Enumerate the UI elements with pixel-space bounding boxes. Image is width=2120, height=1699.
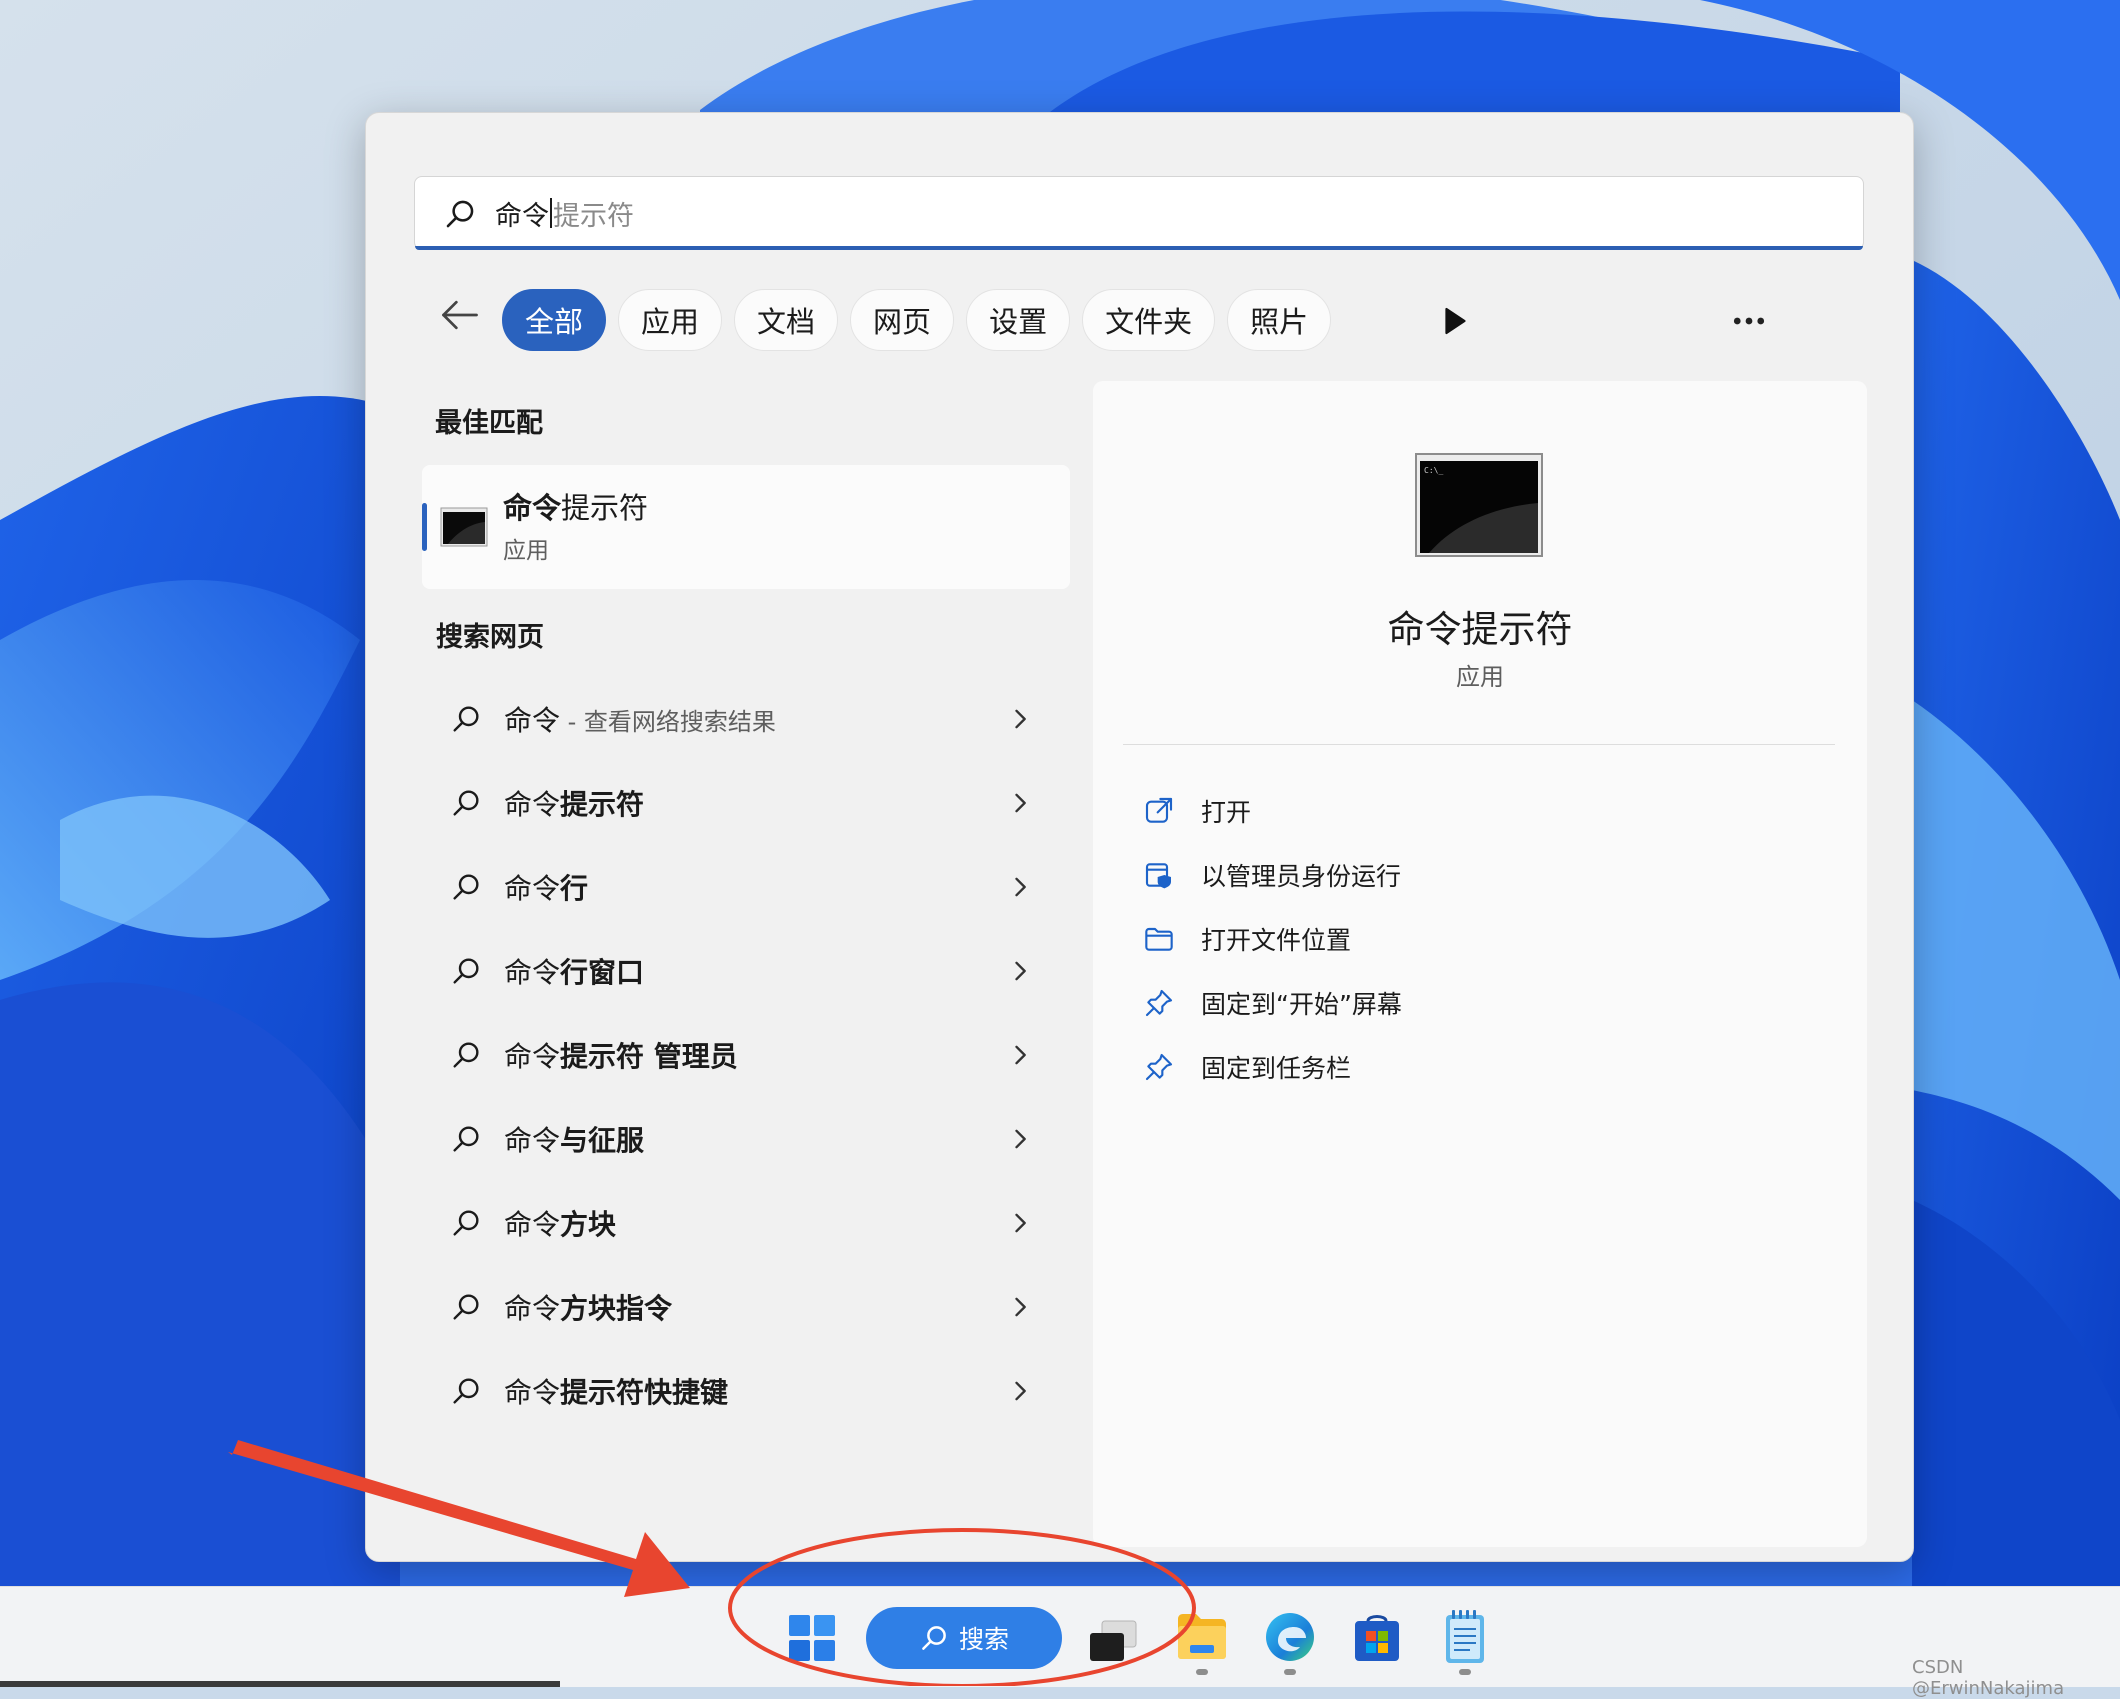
task-view-icon[interactable] [1088, 1619, 1138, 1663]
more-options-icon[interactable] [1726, 299, 1772, 343]
divider [1123, 744, 1835, 745]
filter-tab-web[interactable]: 网页 [850, 289, 955, 351]
chevron-right-icon [1015, 709, 1026, 729]
action-label: 固定到任务栏 [1201, 1054, 1352, 1083]
web-result-label: 命令提示符 管理员 [504, 1040, 738, 1073]
search-input[interactable]: 命令 提示符 [495, 177, 1795, 249]
filter-tab-settings[interactable]: 设置 [966, 289, 1071, 351]
windows-start-icon[interactable] [787, 1613, 837, 1663]
pin-icon [1145, 989, 1173, 1017]
filter-tab-folders[interactable]: 文件夹 [1082, 289, 1216, 351]
chevron-right-icon [1015, 1381, 1026, 1401]
action-label: 以管理员身份运行 [1201, 862, 1402, 891]
web-search-results: 命令 - 查看网络搜索结果 命令提示符 命令行 命令行窗口 命令提示符 管理员 … [422, 677, 1070, 1433]
chevron-right-icon [1015, 961, 1026, 981]
chevron-right-icon [1015, 1045, 1026, 1065]
search-icon [453, 1042, 479, 1068]
web-search-result[interactable]: 命令提示符 [422, 761, 1070, 845]
chevron-right-icon [1015, 877, 1026, 897]
best-match-name: 命令提示符 [503, 491, 649, 525]
command-prompt-icon: C:\_ [1415, 453, 1543, 557]
web-result-label: 命令行窗口 [504, 956, 645, 989]
folder-icon [1145, 927, 1173, 951]
chevron-right-icon [1015, 1213, 1026, 1233]
taskbar-search-button[interactable]: 搜索 [866, 1607, 1062, 1669]
open-action[interactable]: 打开 [1143, 779, 1803, 843]
filter-tab-documents[interactable]: 文档 [734, 289, 839, 351]
web-search-result[interactable]: 命令方块指令 [422, 1265, 1070, 1349]
action-label: 打开文件位置 [1201, 926, 1352, 955]
chevron-right-icon [1015, 1297, 1026, 1317]
text-caret [550, 198, 552, 228]
preview-pane: C:\_ 命令提示符 应用 打开 以管理员身份运行 打开文件位置 固定到“开始”… [1093, 381, 1867, 1547]
search-icon [453, 1294, 479, 1320]
selection-indicator [422, 503, 427, 551]
search-autocomplete-text: 提示符 [553, 200, 634, 232]
action-list: 打开 以管理员身份运行 打开文件位置 固定到“开始”屏幕 固定到任务栏 [1143, 779, 1803, 1099]
search-icon [453, 874, 479, 900]
filter-tab-photos[interactable]: 照片 [1227, 289, 1332, 351]
watermark-text: CSDN @ErwinNakajima [1912, 1657, 2065, 1699]
web-result-label: 命令行 [504, 872, 589, 905]
taskbar: 搜索 CSDN @ErwinNakajima [0, 1586, 2120, 1699]
web-search-result[interactable]: 命令行窗口 [422, 929, 1070, 1013]
taskbar-search-label: 搜索 [958, 1625, 1009, 1654]
microsoft-store-icon[interactable] [1352, 1611, 1402, 1663]
search-panel: 命令 提示符 全部 应用 文档 网页 设置 文件夹 照片 最佳匹配 命令提示符 应… [365, 112, 1914, 1562]
command-prompt-icon [440, 507, 488, 547]
open-external-icon [1145, 797, 1173, 823]
filter-tab-all[interactable]: 全部 [502, 289, 607, 351]
pin-icon [1145, 1053, 1173, 1081]
web-search-result[interactable]: 命令方块 [422, 1181, 1070, 1265]
screen-edge-strip [0, 1681, 560, 1687]
admin-shield-icon [1145, 863, 1171, 889]
search-icon [453, 958, 479, 984]
search-icon [446, 200, 474, 228]
file-explorer-icon[interactable] [1176, 1611, 1228, 1661]
web-result-label: 命令方块指令 [504, 1292, 673, 1325]
best-match-type: 应用 [503, 538, 549, 564]
back-arrow-icon[interactable] [438, 293, 482, 337]
search-icon [453, 1378, 479, 1404]
running-indicator [1459, 1669, 1471, 1675]
web-result-label: 命令与征服 [504, 1124, 645, 1157]
search-icon [453, 1126, 479, 1152]
search-box[interactable]: 命令 提示符 [414, 176, 1864, 250]
edge-browser-icon[interactable] [1264, 1611, 1316, 1663]
filter-tab-apps[interactable]: 应用 [618, 289, 723, 351]
web-result-label: 命令 - 查看网络搜索结果 [504, 704, 776, 737]
web-search-heading: 搜索网页 [436, 622, 544, 653]
web-search-result[interactable]: 命令与征服 [422, 1097, 1070, 1181]
running-indicator [1196, 1669, 1208, 1675]
action-label: 固定到“开始”屏幕 [1201, 990, 1402, 1019]
web-search-result[interactable]: 命令行 [422, 845, 1070, 929]
best-match-item[interactable]: 命令提示符 应用 [422, 465, 1070, 589]
search-query-text: 命令 [495, 200, 549, 232]
web-search-result[interactable]: 命令提示符 管理员 [422, 1013, 1070, 1097]
best-match-heading: 最佳匹配 [435, 408, 543, 439]
search-icon [922, 1626, 946, 1650]
search-icon [453, 706, 479, 732]
notepad-icon[interactable] [1443, 1609, 1487, 1665]
play-arrow-icon[interactable] [1436, 303, 1472, 339]
search-icon [453, 1210, 479, 1236]
filter-tabs: 全部 应用 文档 网页 设置 文件夹 照片 [502, 289, 1332, 351]
running-indicator [1284, 1669, 1296, 1675]
preview-app-type: 应用 [1456, 663, 1504, 691]
pin-to-start-action[interactable]: 固定到“开始”屏幕 [1143, 971, 1803, 1035]
web-result-label: 命令提示符快捷键 [504, 1376, 729, 1409]
search-icon [453, 790, 479, 816]
svg-text:C:\_: C:\_ [1424, 466, 1443, 475]
pin-to-taskbar-action[interactable]: 固定到任务栏 [1143, 1035, 1803, 1099]
chevron-right-icon [1015, 1129, 1026, 1149]
web-result-label: 命令方块 [504, 1208, 617, 1241]
preview-app-name: 命令提示符 [1387, 608, 1573, 651]
chevron-right-icon [1015, 793, 1026, 813]
action-label: 打开 [1201, 798, 1252, 827]
open-file-location-action[interactable]: 打开文件位置 [1143, 907, 1803, 971]
web-search-result[interactable]: 命令 - 查看网络搜索结果 [422, 677, 1070, 761]
web-result-label: 命令提示符 [504, 788, 645, 821]
web-search-result[interactable]: 命令提示符快捷键 [422, 1349, 1070, 1433]
run-as-admin-action[interactable]: 以管理员身份运行 [1143, 843, 1803, 907]
